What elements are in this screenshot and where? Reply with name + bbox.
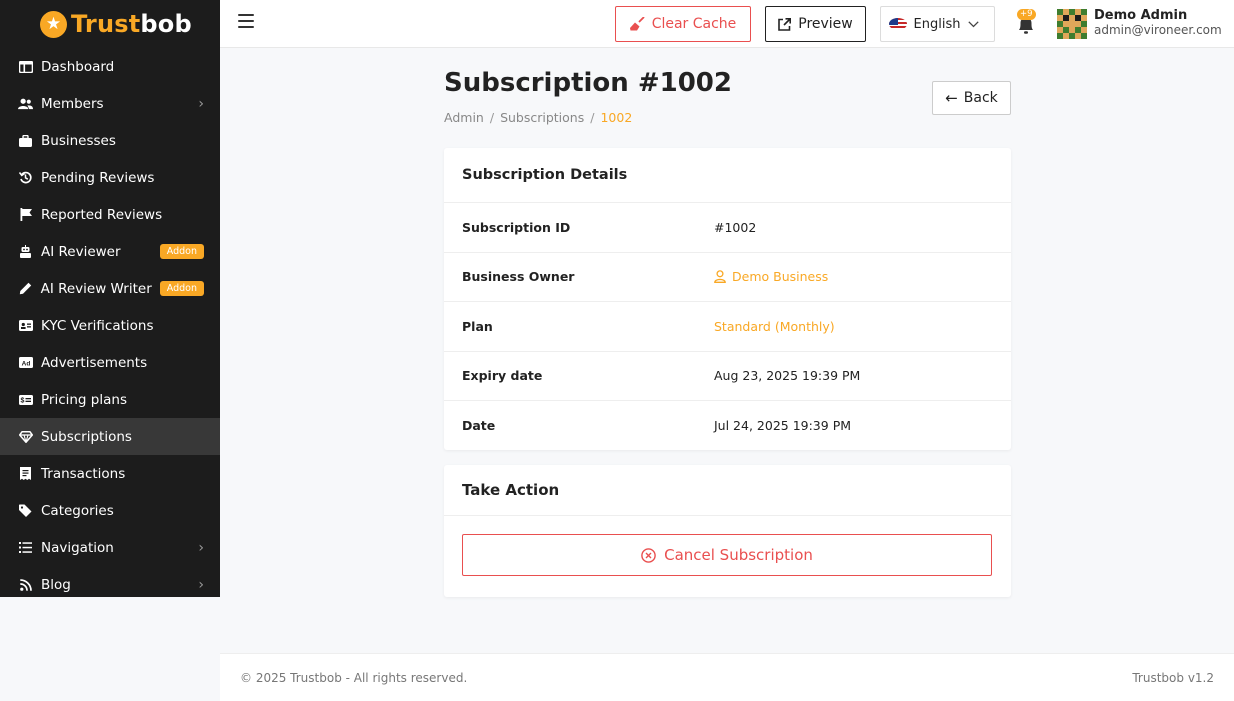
breadcrumb-admin[interactable]: Admin — [444, 110, 484, 125]
avatar[interactable] — [1057, 9, 1087, 39]
star-icon: ★ — [40, 10, 67, 38]
sidebar-item-ai-review-writer[interactable]: AI Review Writer Addon — [0, 270, 220, 307]
preview-button[interactable]: Preview — [765, 6, 866, 42]
breadcrumb-current: 1002 — [600, 110, 633, 125]
notifications-button[interactable]: +9 — [1015, 9, 1039, 36]
sidebar-item-ai-reviewer[interactable]: AI Reviewer Addon — [0, 233, 220, 270]
svg-text:$: $ — [20, 397, 24, 404]
user-email: admin@vironeer.com — [1094, 22, 1222, 37]
version-text: Trustbob v1.2 — [1132, 670, 1214, 685]
clear-cache-button[interactable]: Clear Cache — [615, 6, 751, 42]
detail-row-plan: Plan Standard (Monthly) — [444, 302, 1011, 352]
sidebar-item-advertisements[interactable]: Ad Advertisements — [0, 344, 220, 381]
sidebar-item-reported-reviews[interactable]: Reported Reviews — [0, 196, 220, 233]
cancel-subscription-button[interactable]: Cancel Subscription — [462, 534, 992, 576]
topbar: Clear Cache Preview English +9 Demo Admi… — [220, 0, 1234, 48]
breadcrumb-subscriptions[interactable]: Subscriptions — [500, 110, 584, 125]
card-title: Subscription Details — [444, 148, 1011, 203]
user-name: Demo Admin — [1094, 8, 1188, 23]
notification-count-badge: +9 — [1017, 9, 1036, 21]
brand-logo[interactable]: ★ Trustbob — [0, 0, 220, 48]
take-action-card: Take Action Cancel Subscription — [444, 465, 1011, 597]
sidebar-item-transactions[interactable]: Transactions — [0, 455, 220, 492]
page-title: Subscription #1002 — [444, 68, 732, 98]
receipt-icon — [18, 466, 33, 481]
user-icon — [714, 270, 726, 284]
sidebar-nav: Dashboard Members › Businesses Pending R… — [0, 48, 220, 597]
sidebar-item-navigation[interactable]: Navigation › — [0, 529, 220, 566]
detail-row-business-owner: Business Owner Demo Business — [444, 253, 1011, 302]
chevron-right-icon: › — [198, 95, 204, 112]
svg-text:Ad: Ad — [21, 360, 30, 367]
hamburger-menu-icon[interactable] — [238, 14, 254, 28]
footer: © 2025 Trustbob - All rights reserved. T… — [220, 653, 1234, 701]
plan-link[interactable]: Standard (Monthly) — [714, 319, 835, 334]
list-icon — [18, 540, 33, 555]
robot-icon — [18, 244, 33, 259]
external-link-icon — [778, 17, 792, 31]
chevron-right-icon: › — [198, 576, 204, 593]
flag-icon — [18, 207, 33, 222]
sidebar-item-categories[interactable]: Categories — [0, 492, 220, 529]
sidebar-item-members[interactable]: Members › — [0, 85, 220, 122]
broom-icon — [629, 17, 645, 31]
business-owner-link[interactable]: Demo Business — [714, 269, 828, 284]
language-select[interactable]: English — [880, 6, 995, 42]
dashboard-icon — [18, 59, 33, 74]
chevron-down-icon — [968, 17, 986, 31]
back-button[interactable]: ← Back — [932, 81, 1011, 115]
sidebar-item-dashboard[interactable]: Dashboard — [0, 48, 220, 85]
sidebar-item-blog[interactable]: Blog › — [0, 566, 220, 597]
sidebar-item-businesses[interactable]: Businesses — [0, 122, 220, 159]
card-title: Take Action — [444, 465, 1011, 516]
detail-row-subscription-id: Subscription ID #1002 — [444, 203, 1011, 253]
subscription-details-card: Subscription Details Subscription ID #10… — [444, 148, 1011, 450]
id-card-icon — [18, 318, 33, 333]
tags-icon — [18, 503, 33, 518]
sidebar-item-pricing-plans[interactable]: $ Pricing plans — [0, 381, 220, 418]
user-menu[interactable]: Demo Admin admin@vironeer.com — [1094, 8, 1222, 38]
rss-icon — [18, 577, 33, 592]
chevron-right-icon: › — [198, 539, 204, 556]
arrow-left-icon: ← — [945, 89, 958, 107]
copyright-text: © 2025 Trustbob - All rights reserved. — [240, 670, 468, 685]
us-flag-icon — [888, 18, 907, 30]
breadcrumb: Admin / Subscriptions/1002 — [444, 110, 633, 125]
ad-icon: Ad — [18, 355, 33, 370]
brand-name: Trustbob — [71, 10, 192, 38]
detail-row-date: Date Jul 24, 2025 19:39 PM — [462, 418, 852, 434]
addon-badge: Addon — [159, 244, 204, 259]
briefcase-icon — [18, 133, 33, 148]
addon-badge: Addon — [159, 281, 204, 296]
gem-icon — [18, 429, 33, 444]
sidebar-item-pending-reviews[interactable]: Pending Reviews — [0, 159, 220, 196]
history-icon — [18, 170, 33, 185]
users-icon — [18, 96, 33, 111]
sidebar-item-kyc-verifications[interactable]: KYC Verifications — [0, 307, 220, 344]
sidebar: ★ Trustbob Dashboard Members › Businesse… — [0, 0, 220, 597]
close-circle-icon — [641, 547, 656, 563]
money-icon: $ — [18, 392, 33, 407]
sidebar-item-subscriptions[interactable]: Subscriptions — [0, 418, 220, 455]
detail-row-expiry-date: Expiry date Aug 23, 2025 19:39 PM — [444, 352, 1011, 401]
pencil-icon — [18, 281, 33, 296]
